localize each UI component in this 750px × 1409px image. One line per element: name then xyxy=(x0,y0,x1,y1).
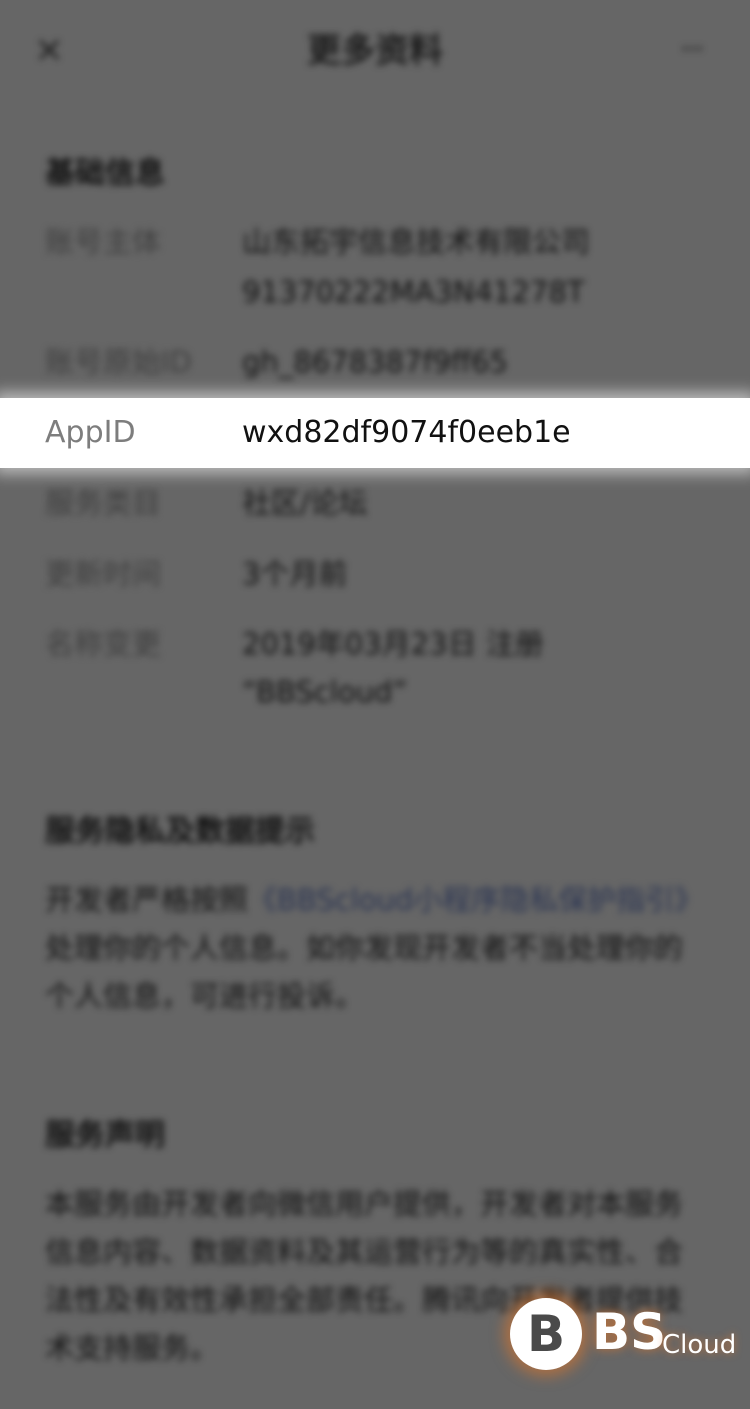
row-value-name-change-date: 2019年03月23日 注册 xyxy=(242,627,544,661)
appid-label: AppID xyxy=(45,415,136,450)
watermark-bs: BS xyxy=(592,1303,667,1361)
row-value-original-id: gh_8678387f9ff65 xyxy=(242,345,508,379)
appid-value[interactable]: wxd82df9074f0eeb1e xyxy=(242,413,571,453)
blurred-page: × 更多资料 ··· 基础信息 账号主体 山东拓宇信息技术有限公司 913702… xyxy=(0,0,750,1409)
privacy-text: 开发者严格按照《BBScloud小程序隐私保护指引》处理你的个人信息。如你发现开… xyxy=(45,876,705,1020)
nav-bar: × 更多资料 ··· xyxy=(0,0,750,100)
page-title: 更多资料 xyxy=(307,31,443,71)
privacy-text-after: 处理你的个人信息。如你发现开发者不当处理你的个人信息，可进行投诉。 xyxy=(45,931,684,1013)
row-label-entity: 账号主体 xyxy=(45,225,162,259)
row-value-updated: 3个月前 xyxy=(242,557,348,591)
statement-title: 服务声明 xyxy=(45,1118,165,1153)
row-label-original-id: 账号原始ID xyxy=(45,345,192,379)
bbscloud-watermark: B BS Cloud xyxy=(510,1298,736,1378)
basic-info-title: 基础信息 xyxy=(45,156,165,191)
more-icon[interactable]: ··· xyxy=(680,30,720,70)
row-label-updated: 更新时间 xyxy=(45,557,162,591)
privacy-text-before: 开发者严格按照 xyxy=(45,883,249,917)
watermark-cloud: Cloud xyxy=(662,1330,737,1360)
row-value-entity-code: 91370222MA3N41278T xyxy=(242,275,585,309)
privacy-title: 服务隐私及数据提示 xyxy=(45,814,315,849)
row-value-category: 社区/论坛 xyxy=(242,486,368,520)
row-label-name-change: 名称变更 xyxy=(45,627,162,661)
row-value-name-change-name: “BBScloud” xyxy=(242,675,408,709)
privacy-guide-link[interactable]: 《BBScloud小程序隐私保护指引》 xyxy=(248,883,703,917)
watermark-b: B xyxy=(526,1305,566,1363)
row-value-entity-name: 山东拓宇信息技术有限公司 xyxy=(242,225,591,259)
row-label-category: 服务类目 xyxy=(45,486,162,520)
